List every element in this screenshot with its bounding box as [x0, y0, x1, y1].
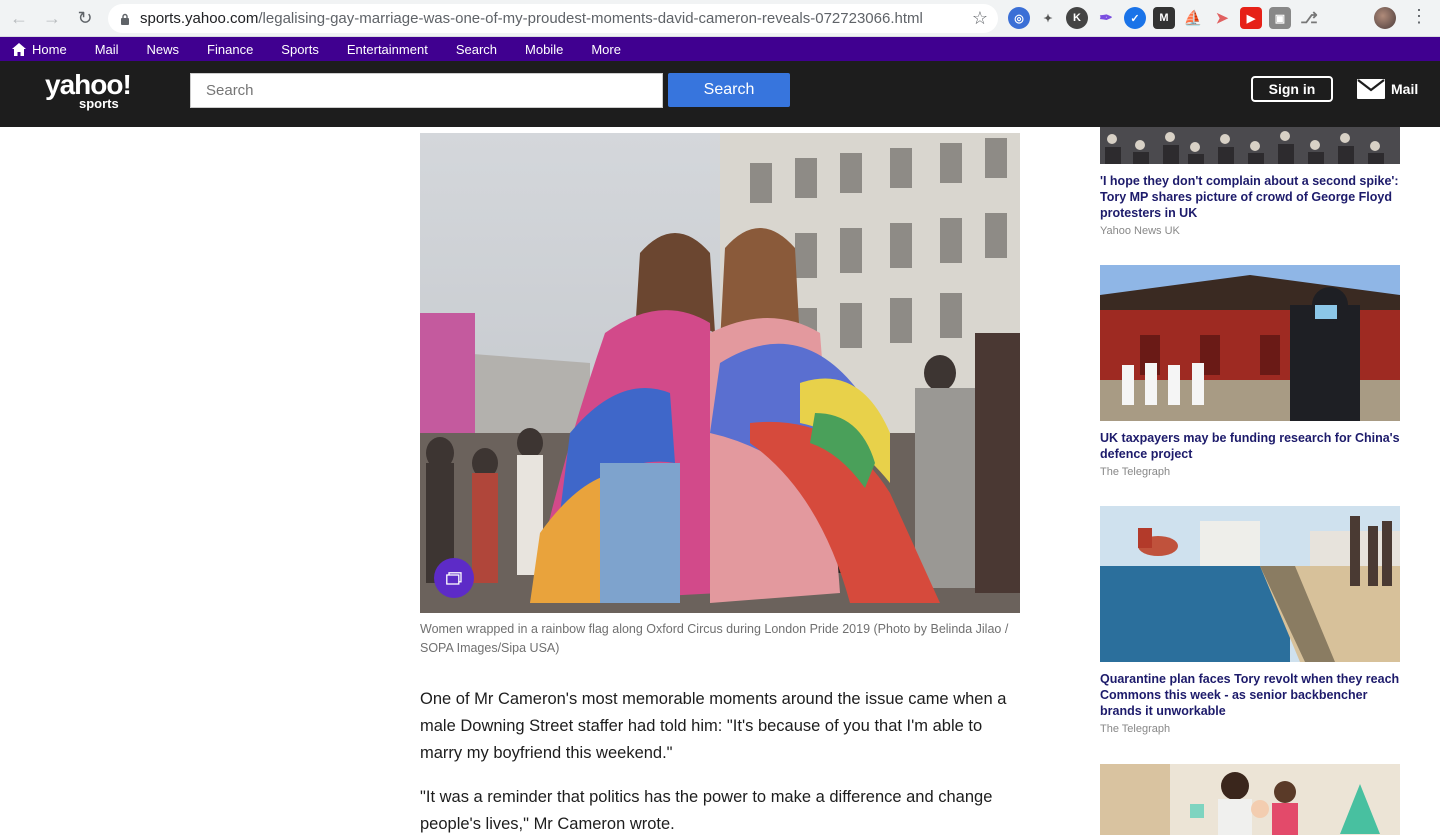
nav-item-finance[interactable]: Finance — [193, 37, 267, 61]
story-title[interactable]: 'I hope they don't complain about a seco… — [1100, 173, 1400, 221]
sparkle-icon[interactable]: ✦ — [1037, 7, 1059, 29]
nav-item-label: Finance — [207, 41, 254, 57]
bookmark-star-icon[interactable]: ☆ — [972, 8, 988, 29]
nav-item-more[interactable]: More — [577, 37, 635, 61]
yahoo-top-nav: Home Mail News Finance Sports Entertainm… — [0, 37, 1440, 61]
nav-item-label: Entertainment — [346, 41, 428, 57]
mail-link[interactable]: Mail — [1357, 79, 1418, 99]
sign-in-button[interactable]: Sign in — [1251, 76, 1333, 102]
nav-item-news[interactable]: News — [133, 37, 194, 61]
story-thumbnail — [1100, 127, 1400, 164]
browser-toolbar: ← → ↻ sports.yahoo.com/legalising-gay-ma… — [0, 0, 1440, 37]
kebab-menu-icon[interactable]: ⋮ — [1410, 6, 1428, 27]
forbidden-city-image — [1100, 265, 1400, 421]
arrow-right-icon: → — [43, 7, 61, 28]
yahoo-sports-logo[interactable]: yahoo! sports — [45, 69, 132, 112]
nav-item-home[interactable]: Home — [0, 37, 81, 61]
url-path: /legalising-gay-marriage-was-one-of-my-p… — [258, 10, 923, 27]
nav-item-search[interactable]: Search — [442, 37, 511, 61]
arrow-icon[interactable]: ➤ — [1211, 7, 1233, 29]
story-source: Yahoo News UK — [1100, 225, 1180, 237]
nav-item-entertainment[interactable]: Entertainment — [333, 37, 442, 61]
url-host: sports.yahoo.com — [140, 10, 259, 27]
beach-jump-image — [1100, 506, 1400, 662]
story-source: The Telegraph — [1100, 723, 1171, 735]
mail-label: Mail — [1391, 81, 1419, 97]
story-thumbnail — [1100, 506, 1400, 662]
lock-icon — [121, 13, 129, 25]
nav-item-label: More — [591, 41, 621, 57]
article-hero-image[interactable] — [420, 133, 1020, 613]
story-thumbnail — [1100, 265, 1400, 421]
photo-icon[interactable]: ▣ — [1269, 7, 1291, 29]
arrow-left-icon: ← — [10, 7, 28, 28]
logo-wordmark: yahoo! — [45, 69, 132, 100]
sidebar-story[interactable] — [1100, 764, 1400, 835]
k-icon[interactable]: K — [1066, 7, 1088, 29]
reload-button[interactable]: ↻ — [71, 4, 99, 32]
family-blocks-image — [1100, 764, 1400, 835]
profile-avatar[interactable] — [1374, 7, 1396, 29]
extension-bar: ◎ ✦ K ✒ ✓ M ⛵ ➤ ▶ ▣ ⎇ — [1008, 7, 1320, 29]
nav-item-mobile[interactable]: Mobile — [511, 37, 577, 61]
gallery-button[interactable] — [434, 558, 474, 598]
nav-item-label: Mobile — [525, 41, 564, 57]
sidebar-story[interactable]: UK taxpayers may be funding research for… — [1100, 265, 1400, 478]
pen-icon[interactable]: ✒ — [1095, 7, 1117, 29]
blue-circle-icon[interactable]: ✓ — [1124, 7, 1146, 29]
story-title[interactable]: Quarantine plan faces Tory revolt when t… — [1100, 671, 1400, 719]
story-title[interactable]: UK taxpayers may be funding research for… — [1100, 430, 1400, 462]
nav-item-label: Mail — [94, 41, 119, 57]
nav-item-label: Sports — [281, 41, 319, 57]
nav-item-sports[interactable]: Sports — [267, 37, 333, 61]
search-input[interactable] — [190, 73, 663, 108]
m-icon[interactable]: M — [1153, 7, 1175, 29]
gallery-icon — [446, 571, 462, 585]
youtube-icon[interactable]: ▶ — [1240, 7, 1262, 29]
reload-icon: ↻ — [77, 7, 93, 28]
sidebar-story[interactable]: Quarantine plan faces Tory revolt when t… — [1100, 506, 1400, 735]
envelope-icon — [1357, 79, 1385, 99]
story-source: The Telegraph — [1100, 466, 1171, 478]
nav-item-label: Home — [32, 41, 67, 57]
chrome-icon[interactable]: ◎ — [1008, 7, 1030, 29]
forward-button[interactable]: → — [38, 4, 66, 32]
address-bar[interactable]: sports.yahoo.com/legalising-gay-marriage… — [108, 4, 998, 33]
story-thumbnail — [1100, 764, 1400, 835]
sidebar-story[interactable]: 'I hope they don't complain about a seco… — [1100, 127, 1400, 237]
site-header: yahoo! sports Search Sign in Mail — [0, 61, 1440, 127]
protest-crowd-image — [1100, 127, 1400, 164]
logo-subtitle: sports — [79, 96, 119, 111]
tag-icon[interactable]: ⎇ — [1298, 7, 1320, 29]
article-paragraph: "It was a reminder that politics has the… — [420, 788, 993, 833]
nav-item-label: News — [146, 41, 180, 57]
pride-photo — [420, 133, 1020, 613]
nav-item-label: Search — [455, 41, 498, 57]
image-caption: Women wrapped in a rainbow flag along Ox… — [420, 622, 1009, 655]
sail-icon[interactable]: ⛵ — [1182, 7, 1204, 29]
article-paragraph: One of Mr Cameron's most memorable momen… — [420, 690, 1007, 762]
back-button[interactable]: ← — [5, 4, 33, 32]
nav-item-mail[interactable]: Mail — [81, 37, 133, 61]
search-button[interactable]: Search — [668, 73, 790, 107]
home-icon — [12, 42, 26, 56]
